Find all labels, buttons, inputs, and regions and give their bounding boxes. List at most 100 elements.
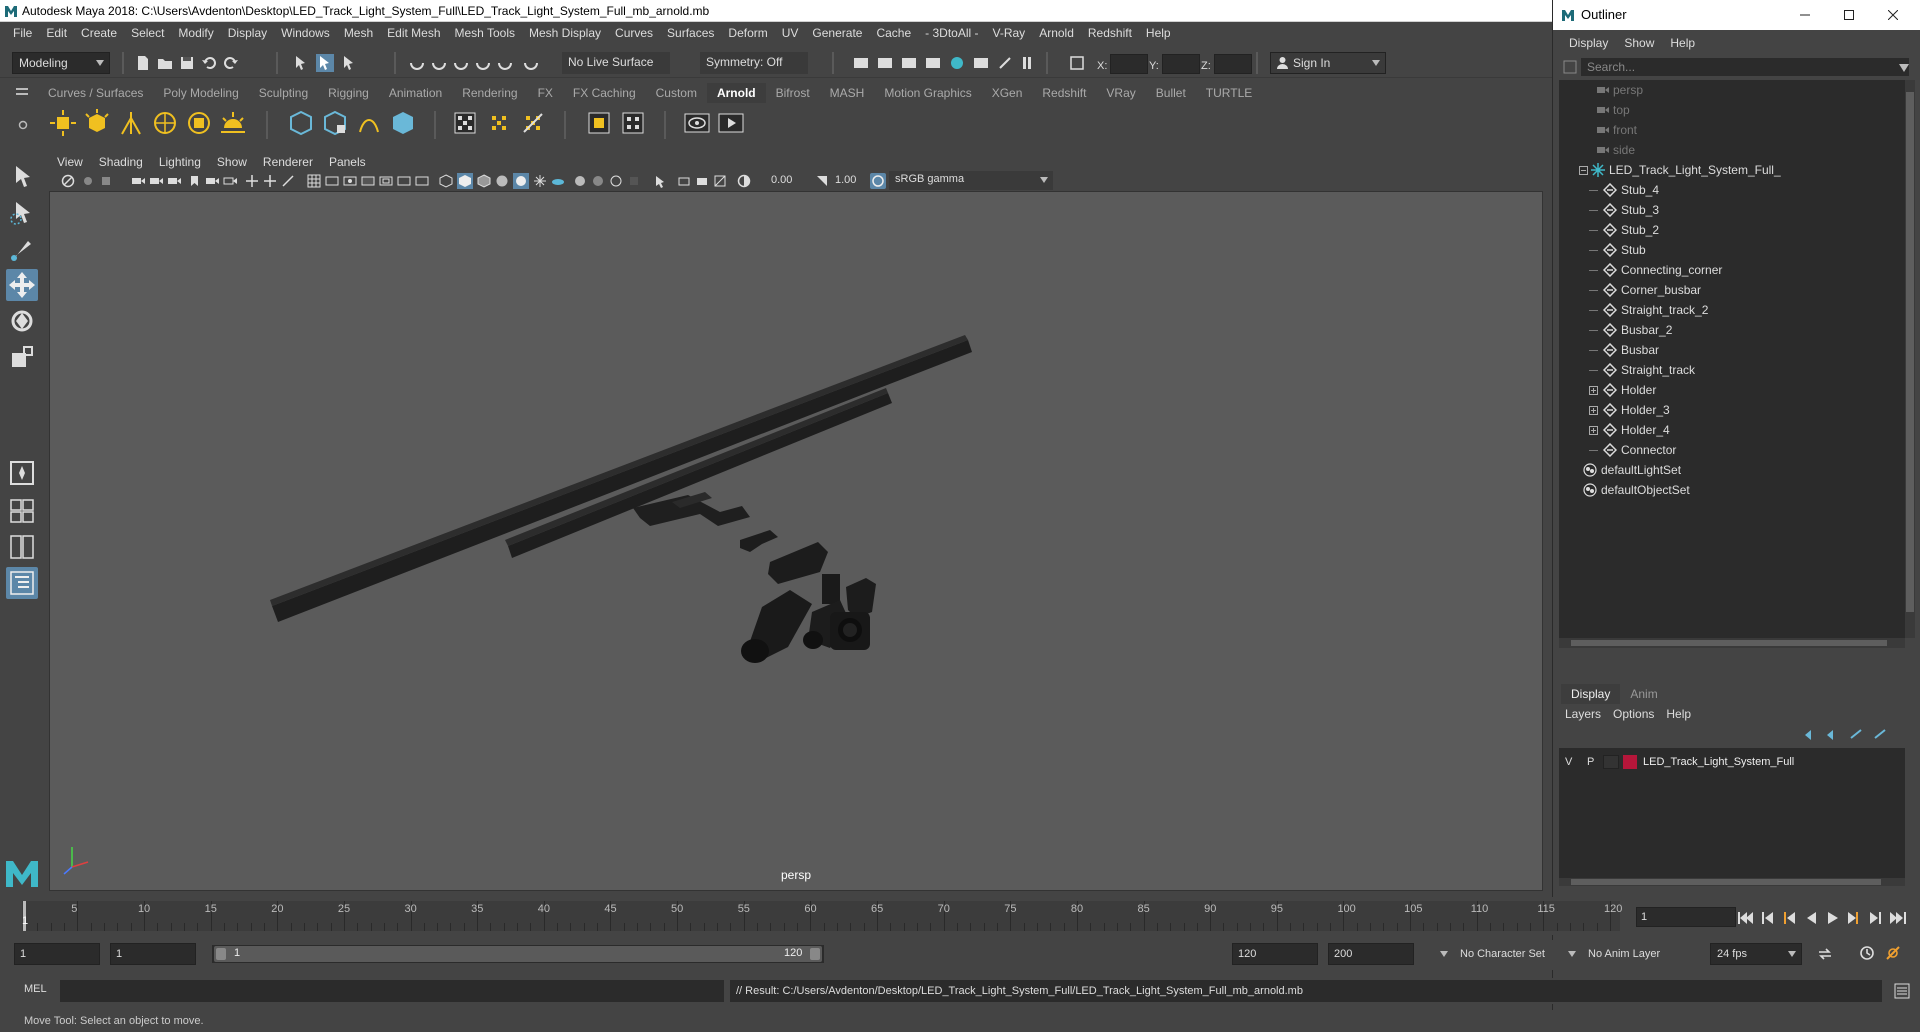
multisample-aa-icon[interactable] (591, 174, 605, 188)
menu-cache[interactable]: Cache (869, 26, 918, 40)
z-field[interactable] (1214, 54, 1252, 74)
outliner-item-set[interactable]: defaultObjectSet (1583, 480, 1690, 500)
layer-playback-toggle[interactable]: P (1587, 756, 1594, 768)
physical-sky-icon[interactable] (218, 108, 248, 138)
outliner-item-mesh[interactable]: Busbar_2 (1589, 320, 1672, 340)
step-forward-frame-icon[interactable] (1848, 912, 1858, 924)
shelf-tab-motion-graphics[interactable]: Motion Graphics (874, 83, 981, 103)
shelf-settings-icon[interactable] (18, 120, 28, 130)
outliner-item-set[interactable]: defaultLightSet (1583, 460, 1681, 480)
arnold-ipr-icon[interactable] (996, 54, 1014, 72)
mesh-light-icon[interactable] (82, 108, 112, 138)
outliner-vscroll[interactable] (1905, 80, 1915, 638)
render-frame-icon[interactable] (876, 54, 894, 72)
outliner-item-mesh[interactable]: Stub_4 (1589, 180, 1659, 200)
flush-textures-icon[interactable] (484, 108, 514, 138)
outliner-menu-show[interactable]: Show (1616, 32, 1662, 54)
resolution-gate-icon[interactable] (343, 174, 357, 188)
outliner-item-camera[interactable]: top (1597, 100, 1630, 120)
smooth-shade-icon[interactable] (457, 173, 473, 189)
menu-arnold[interactable]: Arnold (1032, 26, 1081, 40)
render-settings-icon[interactable] (924, 54, 942, 72)
standin-icon[interactable] (320, 108, 350, 138)
go-to-end-icon[interactable] (1890, 912, 1906, 924)
expand-icon[interactable] (1589, 406, 1598, 415)
backface-culling-icon[interactable] (713, 174, 727, 188)
menu-curves[interactable]: Curves (608, 26, 660, 40)
track-camera-icon[interactable] (263, 174, 277, 188)
outliner-item-camera[interactable]: side (1597, 140, 1635, 160)
holder-3-stem[interactable] (822, 574, 840, 604)
wireframe-on-shaded-icon[interactable] (477, 174, 491, 188)
pause-icon[interactable] (1018, 54, 1036, 72)
fps-dropdown[interactable]: 24 fps (1710, 943, 1802, 965)
shelf-tab-curves-surfaces[interactable]: Curves / Surfaces (38, 83, 153, 103)
depth-of-field-icon[interactable] (609, 174, 623, 188)
expand-icon[interactable] (1589, 426, 1598, 435)
outliner-item-camera[interactable]: persp (1597, 80, 1643, 100)
menu-generate[interactable]: Generate (805, 26, 869, 40)
viewport-menu-renderer[interactable]: Renderer (255, 153, 321, 171)
select-tool-icon[interactable] (6, 161, 38, 193)
bookmarks-icon[interactable] (99, 174, 113, 188)
layer-visibility-toggle[interactable]: V (1565, 756, 1572, 768)
outliner-menu-display[interactable]: Display (1561, 32, 1616, 54)
outliner-filter-icon[interactable] (1563, 60, 1577, 74)
new-empty-layer-icon[interactable] (1849, 728, 1865, 742)
outliner-menu-help[interactable]: Help (1662, 32, 1703, 54)
menu-select[interactable]: Select (124, 26, 171, 40)
layer-menu-options[interactable]: Options (1607, 704, 1660, 724)
photometric-light-icon[interactable] (116, 108, 146, 138)
menu-mesh-display[interactable]: Mesh Display (522, 26, 608, 40)
snap-curve-icon[interactable] (430, 54, 448, 72)
camera-icon[interactable] (205, 174, 219, 188)
layer-row[interactable]: V P LED_Track_Light_System_Full (1559, 752, 1905, 774)
play-backward-icon[interactable] (1807, 912, 1816, 924)
outliner-item-camera[interactable]: front (1597, 120, 1637, 140)
outliner-item-mesh[interactable]: Holder_3 (1589, 400, 1670, 420)
scroll-thumb[interactable] (1571, 879, 1881, 885)
step-back-frame-icon[interactable] (1784, 912, 1795, 924)
expand-icon[interactable] (1589, 386, 1598, 395)
transform-input-icon[interactable] (1068, 54, 1086, 72)
snap-vertex-icon[interactable] (522, 54, 540, 72)
viewport-menu-show[interactable]: Show (209, 153, 255, 171)
layer-tab-display[interactable]: Display (1561, 684, 1621, 704)
new-layer-selected-icon[interactable] (1873, 728, 1889, 742)
exposure-value[interactable]: 0.00 (771, 174, 792, 186)
outliner-search-input[interactable]: Search... (1581, 58, 1909, 76)
time-slider-track[interactable]: 5 10 15 20 25 30 35 40 45 50 55 60 65 70 75 80 85 90 95 100… (22, 901, 1622, 931)
move-layer-up-icon[interactable] (1803, 728, 1819, 742)
shelf-tab-mash[interactable]: MASH (820, 83, 875, 103)
shelf-tab-fx[interactable]: FX (528, 83, 563, 103)
maximize-icon[interactable] (1844, 10, 1854, 20)
scale-tool-icon[interactable] (6, 341, 38, 373)
menu-modify[interactable]: Modify (171, 26, 220, 40)
range-bar-handle[interactable] (214, 946, 822, 962)
layer-reference-toggle[interactable] (1603, 755, 1619, 769)
connector-mesh[interactable] (740, 530, 778, 552)
render-view-icon[interactable] (852, 54, 870, 72)
screen-space-ao-icon[interactable] (551, 174, 565, 188)
shelf-tab-bifrost[interactable]: Bifrost (766, 83, 820, 103)
outliner-item-mesh[interactable]: Connecting_corner (1589, 260, 1722, 280)
viewport-menu-panels[interactable]: Panels (321, 153, 374, 171)
menu-redshift[interactable]: Redshift (1081, 26, 1139, 40)
x-field[interactable] (1110, 54, 1148, 74)
layer-menu-help[interactable]: Help (1660, 704, 1697, 724)
xray-icon[interactable] (653, 174, 667, 188)
outliner-item-mesh[interactable]: Straight_track_2 (1589, 300, 1708, 320)
textured-icon[interactable] (495, 174, 509, 188)
arnold-renderview-icon[interactable] (682, 108, 712, 138)
shelf-tab-rendering[interactable]: Rendering (452, 83, 527, 103)
two-d-pan-zoom-icon[interactable] (149, 174, 163, 188)
outliner-item-mesh[interactable]: Corner_busbar (1589, 280, 1701, 300)
shelf-tab-sculpting[interactable]: Sculpting (249, 83, 318, 103)
xray-components-icon[interactable] (695, 174, 709, 188)
script-editor-icon[interactable] (1894, 983, 1910, 999)
outliner-item-mesh[interactable]: Holder_4 (1589, 420, 1670, 440)
menu-deform[interactable]: Deform (721, 26, 774, 40)
sign-in-button[interactable]: Sign In (1270, 52, 1386, 74)
layer-hscroll[interactable] (1559, 878, 1905, 886)
camera-lock-icon[interactable] (61, 174, 75, 188)
